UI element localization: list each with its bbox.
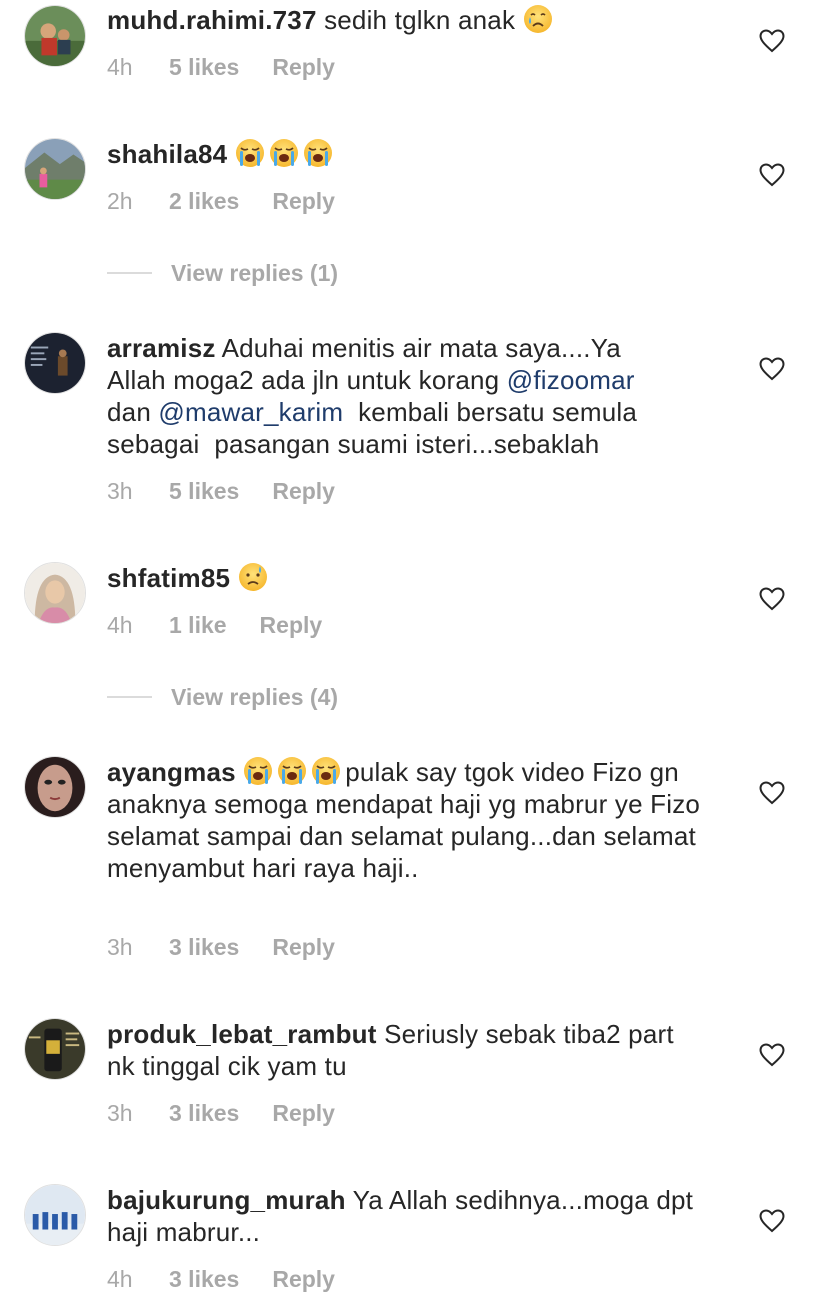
avatar[interactable] (24, 1018, 86, 1080)
username[interactable]: muhd.rahimi.737 (107, 5, 317, 35)
comment-meta: 2h 2 likes Reply (107, 186, 335, 216)
mention-link[interactable]: @mawar_karim (158, 397, 343, 427)
username[interactable]: bajukurung_murah (107, 1185, 346, 1215)
timestamp: 3h (107, 1099, 133, 1126)
comment-text: shahila84 (107, 138, 707, 170)
username[interactable]: ayangmas (107, 757, 236, 787)
avatar[interactable] (24, 332, 86, 394)
comment-text: bajukurung_murah Ya Allah sedihnya...mog… (107, 1184, 707, 1248)
view-replies-label: View replies (1) (171, 259, 339, 286)
avatar[interactable] (24, 5, 86, 67)
comment-meta: 3h 3 likes Reply (107, 1098, 335, 1128)
divider-line (107, 272, 152, 274)
comment-body: kembali bersatu semula (343, 397, 638, 427)
heart-outline-icon[interactable] (759, 587, 785, 611)
username[interactable]: arramisz (107, 333, 216, 363)
divider-line (107, 696, 152, 698)
avatar[interactable] (24, 756, 86, 818)
reply-button[interactable]: Reply (272, 1100, 335, 1127)
avatar[interactable] (24, 1184, 86, 1246)
heart-outline-icon[interactable] (759, 29, 785, 53)
loudly-crying-face-icon (235, 138, 265, 168)
sad-sweat-face-icon (238, 562, 268, 592)
avatar[interactable] (24, 562, 86, 624)
loudly-crying-face-icon (277, 756, 307, 786)
view-replies-button[interactable]: View replies (1) (107, 258, 338, 288)
comment-body: Allah moga2 ada jln untuk korang (107, 365, 507, 395)
reply-button[interactable]: Reply (260, 612, 323, 639)
likes-count[interactable]: 3 likes (169, 1266, 239, 1293)
comment-text: muhd.rahimi.737 sedih tglkn anak (107, 4, 707, 36)
username[interactable]: produk_lebat_rambut (107, 1019, 377, 1049)
comment-body: dan (107, 397, 159, 427)
heart-outline-icon[interactable] (759, 357, 785, 381)
username[interactable]: shahila84 (107, 139, 227, 169)
comment-meta: 4h 3 likes Reply (107, 1264, 335, 1294)
timestamp: 4h (107, 611, 133, 638)
timestamp: 2h (107, 187, 133, 214)
heart-outline-icon[interactable] (759, 781, 785, 805)
comment-text: shfatim85 (107, 562, 707, 594)
likes-count[interactable]: 3 likes (169, 934, 239, 961)
likes-count[interactable]: 1 like (169, 612, 227, 639)
heart-outline-icon[interactable] (759, 1043, 785, 1067)
comment-body: Aduhai menitis air mata saya....Ya (221, 333, 621, 363)
timestamp: 4h (107, 53, 133, 80)
comment-meta: 4h 5 likes Reply (107, 52, 335, 82)
likes-count[interactable]: 5 likes (169, 54, 239, 81)
avatar[interactable] (24, 138, 86, 200)
mention-link[interactable]: @fizoomar (507, 365, 635, 395)
likes-count[interactable]: 2 likes (169, 188, 239, 215)
view-replies-button[interactable]: View replies (4) (107, 682, 338, 712)
loudly-crying-face-icon (311, 756, 341, 786)
reply-button[interactable]: Reply (272, 1266, 335, 1293)
reply-button[interactable]: Reply (272, 54, 335, 81)
likes-count[interactable]: 3 likes (169, 1100, 239, 1127)
username[interactable]: shfatim85 (107, 563, 230, 593)
likes-count[interactable]: 5 likes (169, 478, 239, 505)
loudly-crying-face-icon (303, 138, 333, 168)
reply-button[interactable]: Reply (272, 188, 335, 215)
crying-face-icon (523, 4, 553, 34)
comment-meta: 4h 1 like Reply (107, 610, 322, 640)
comment-body: sedih tglkn anak (324, 5, 516, 35)
timestamp: 4h (107, 1265, 133, 1292)
timestamp: 3h (107, 933, 133, 960)
comment-meta: 3h 5 likes Reply (107, 476, 335, 506)
view-replies-label: View replies (4) (171, 683, 339, 710)
heart-outline-icon[interactable] (759, 1209, 785, 1233)
loudly-crying-face-icon (269, 138, 299, 168)
comment-meta: 3h 3 likes Reply (107, 932, 335, 962)
comment-body: sebagai pasangan suami isteri...sebaklah (107, 429, 600, 459)
loudly-crying-face-icon (243, 756, 273, 786)
comment-text: produk_lebat_rambut Seriusly sebak tiba2… (107, 1018, 707, 1082)
comment-text: ayangmas pulak say tgok video Fizo gn an… (107, 756, 707, 884)
comment-text: arramisz Aduhai menitis air mata saya...… (107, 332, 707, 460)
reply-button[interactable]: Reply (272, 934, 335, 961)
reply-button[interactable]: Reply (272, 478, 335, 505)
timestamp: 3h (107, 477, 133, 504)
heart-outline-icon[interactable] (759, 163, 785, 187)
